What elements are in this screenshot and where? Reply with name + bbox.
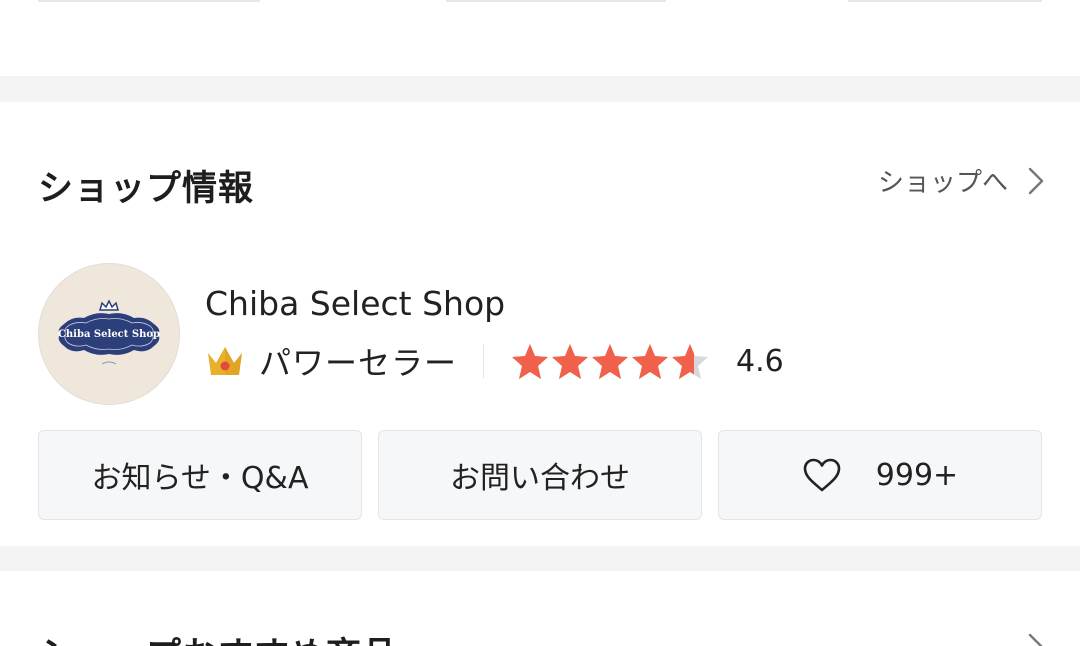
heart-icon	[803, 458, 841, 492]
shop-name: Chiba Select Shop	[205, 284, 506, 323]
go-to-shop-link[interactable]: ショップへ	[878, 162, 1044, 199]
star-icon	[592, 344, 629, 379]
contact-button[interactable]: お問い合わせ	[378, 430, 702, 520]
divider	[38, 0, 260, 2]
shop-avatar[interactable]: Chiba Select Shop	[38, 263, 180, 405]
notice-qa-button[interactable]: お知らせ・Q&A	[38, 430, 362, 520]
crown-icon	[208, 347, 242, 375]
section-title: ショップおすすめ商品	[38, 627, 398, 646]
star-icon	[672, 344, 709, 379]
rating-value: 4.6	[736, 343, 784, 379]
recommended-section: ショップおすすめ商品	[0, 571, 1080, 646]
favorite-button[interactable]: 999+	[718, 430, 1042, 520]
favorite-count: 999+	[875, 457, 959, 493]
go-to-shop-label: ショップへ	[877, 168, 1008, 198]
star-icon	[552, 344, 589, 379]
divider	[483, 344, 485, 378]
shop-badges: パワーセラー 4.6	[205, 339, 784, 383]
shop-info-section: ショップ情報 ショップへ Chiba Select Shop Chiba Sel…	[0, 102, 1080, 546]
contact-label: お問い合わせ	[450, 461, 630, 496]
chevron-right-icon	[1028, 167, 1044, 194]
shop-page: ショップ情報 ショップへ Chiba Select Shop Chiba Sel…	[0, 0, 1080, 646]
shop-logo-text: Chiba Select Shop	[58, 329, 160, 340]
power-seller-badge: パワーセラー	[259, 344, 458, 382]
section-spacer	[0, 546, 1080, 571]
shop-actions: お知らせ・Q&A お問い合わせ 999+	[38, 430, 1042, 520]
shop-logo: Chiba Select Shop	[58, 299, 160, 365]
notice-qa-label: お知らせ・Q&A	[91, 461, 309, 496]
rating-stars	[510, 342, 710, 380]
star-icon	[632, 344, 669, 379]
section-title: ショップ情報	[38, 169, 255, 209]
star-icon	[512, 344, 549, 379]
divider	[848, 0, 1042, 2]
divider	[446, 0, 666, 2]
section-spacer	[0, 76, 1080, 102]
previous-section-remnant	[0, 0, 1080, 76]
chevron-right-icon[interactable]	[1028, 633, 1044, 646]
